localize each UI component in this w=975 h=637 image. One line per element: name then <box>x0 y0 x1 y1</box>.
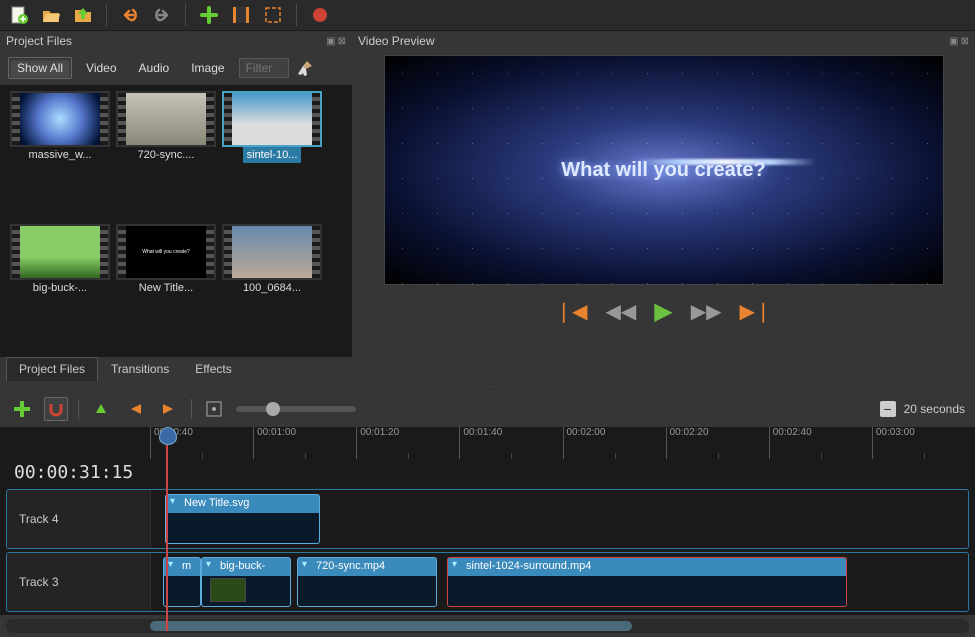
timeline-ruler[interactable]: 00:00:4000:01:0000:01:2000:01:4000:02:00… <box>0 427 975 458</box>
ruler-mark: 00:02:40 <box>769 427 872 458</box>
redo-button[interactable] <box>151 4 173 26</box>
project-thumbnail[interactable]: What will you create?New Title... <box>116 224 216 351</box>
zoom-slider[interactable] <box>236 406 356 412</box>
profile-button[interactable] <box>230 4 252 26</box>
detach-icon[interactable]: ▣ <box>949 36 958 47</box>
close-icon[interactable]: ⊠ <box>961 36 969 47</box>
project-thumbnail[interactable]: sintel-10... <box>222 91 322 218</box>
next-marker-button[interactable] <box>157 397 181 421</box>
timeline-clip[interactable]: sintel-1024-surround.mp4 <box>447 557 847 607</box>
save-project-button[interactable] <box>72 4 94 26</box>
timeline-clip[interactable]: New Title.svg <box>165 494 320 544</box>
track-body[interactable]: mbig-buck-720-sync.mp4sintel-1024-surrou… <box>151 553 968 611</box>
snap-button[interactable] <box>44 397 68 421</box>
ruler-mark: 00:01:20 <box>356 427 459 458</box>
open-project-button[interactable] <box>40 4 62 26</box>
jump-end-button[interactable]: ▶❘ <box>740 299 772 324</box>
ruler-mark: 00:03:00 <box>872 427 975 458</box>
ruler-mark: 00:02:00 <box>563 427 666 458</box>
tab-effects[interactable]: Effects <box>182 357 244 381</box>
filter-image[interactable]: Image <box>183 58 232 78</box>
rewind-button[interactable]: ◀◀ <box>606 299 637 324</box>
track-header[interactable]: Track 4 <box>7 490 151 548</box>
preview-overlay-text: What will you create? <box>561 159 765 182</box>
ruler-mark: 00:01:40 <box>459 427 562 458</box>
project-thumbnail[interactable]: 100_0684... <box>222 224 322 351</box>
video-preview-panel: Video Preview ▣⊠ What will you create? ❘… <box>352 31 975 381</box>
playback-controls: ❘◀ ◀◀ ▶ ▶▶ ▶❘ <box>543 285 783 338</box>
clear-filter-icon[interactable] <box>295 58 315 78</box>
project-thumbnail[interactable]: massive_w... <box>10 91 110 218</box>
timecode-display: 00:00:31:15 <box>0 462 150 483</box>
timeline-clip[interactable]: 720-sync.mp4 <box>297 557 437 607</box>
timeline-clip[interactable]: m <box>163 557 201 607</box>
project-files-title: Project Files <box>6 34 72 48</box>
ruler-mark: 00:01:00 <box>253 427 356 458</box>
track-body[interactable]: New Title.svg <box>151 490 968 548</box>
jump-start-button[interactable]: ❘◀ <box>555 299 587 324</box>
main-toolbar <box>0 0 975 31</box>
tab-transitions[interactable]: Transitions <box>98 357 182 381</box>
add-marker-button[interactable] <box>89 397 113 421</box>
project-files-panel: Project Files ▣⊠ Show All Video Audio Im… <box>0 31 352 381</box>
project-thumbnail[interactable]: big-buck-... <box>10 224 110 351</box>
track-header[interactable]: Track 3 <box>7 553 151 611</box>
add-track-button[interactable] <box>10 397 34 421</box>
play-button[interactable]: ▶ <box>654 297 672 326</box>
timeline-tracks: Track 4 New Title.svg Track 3mbig-buck-720… <box>0 486 975 615</box>
timeline-clip[interactable]: big-buck- <box>201 557 291 607</box>
tab-project-files[interactable]: Project Files <box>6 357 98 381</box>
playhead[interactable] <box>166 431 168 631</box>
project-thumbnail[interactable]: 720-sync.... <box>116 91 216 218</box>
fast-forward-button[interactable]: ▶▶ <box>691 299 722 324</box>
zoom-reset-button[interactable]: − <box>880 401 896 417</box>
import-files-button[interactable] <box>198 4 220 26</box>
prev-marker-button[interactable] <box>123 397 147 421</box>
video-preview-title: Video Preview <box>358 34 435 48</box>
video-preview[interactable]: What will you create? <box>384 55 944 285</box>
timeline-track: Track 4 New Title.svg <box>6 489 969 549</box>
fullscreen-button[interactable] <box>262 4 284 26</box>
project-thumbnails: massive_w...720-sync....sintel-10... big-… <box>0 85 352 357</box>
filter-input[interactable] <box>239 58 289 78</box>
zoom-label: 20 seconds <box>904 402 965 416</box>
filter-audio[interactable]: Audio <box>131 58 178 78</box>
export-button[interactable] <box>309 4 331 26</box>
panel-divider[interactable]: ...... <box>0 381 975 391</box>
center-playhead-button[interactable] <box>202 397 226 421</box>
detach-icon[interactable]: ▣ <box>326 36 335 47</box>
filter-video[interactable]: Video <box>78 58 124 78</box>
timeline-track: Track 3mbig-buck-720-sync.mp4sintel-1024… <box>6 552 969 612</box>
ruler-mark: 00:02:20 <box>666 427 769 458</box>
timeline-scrollbar[interactable] <box>6 619 969 633</box>
undo-button[interactable] <box>119 4 141 26</box>
close-icon[interactable]: ⊠ <box>338 36 346 47</box>
timeline-toolbar: − 20 seconds <box>0 391 975 427</box>
filter-show-all[interactable]: Show All <box>8 57 72 79</box>
new-project-button[interactable] <box>8 4 30 26</box>
